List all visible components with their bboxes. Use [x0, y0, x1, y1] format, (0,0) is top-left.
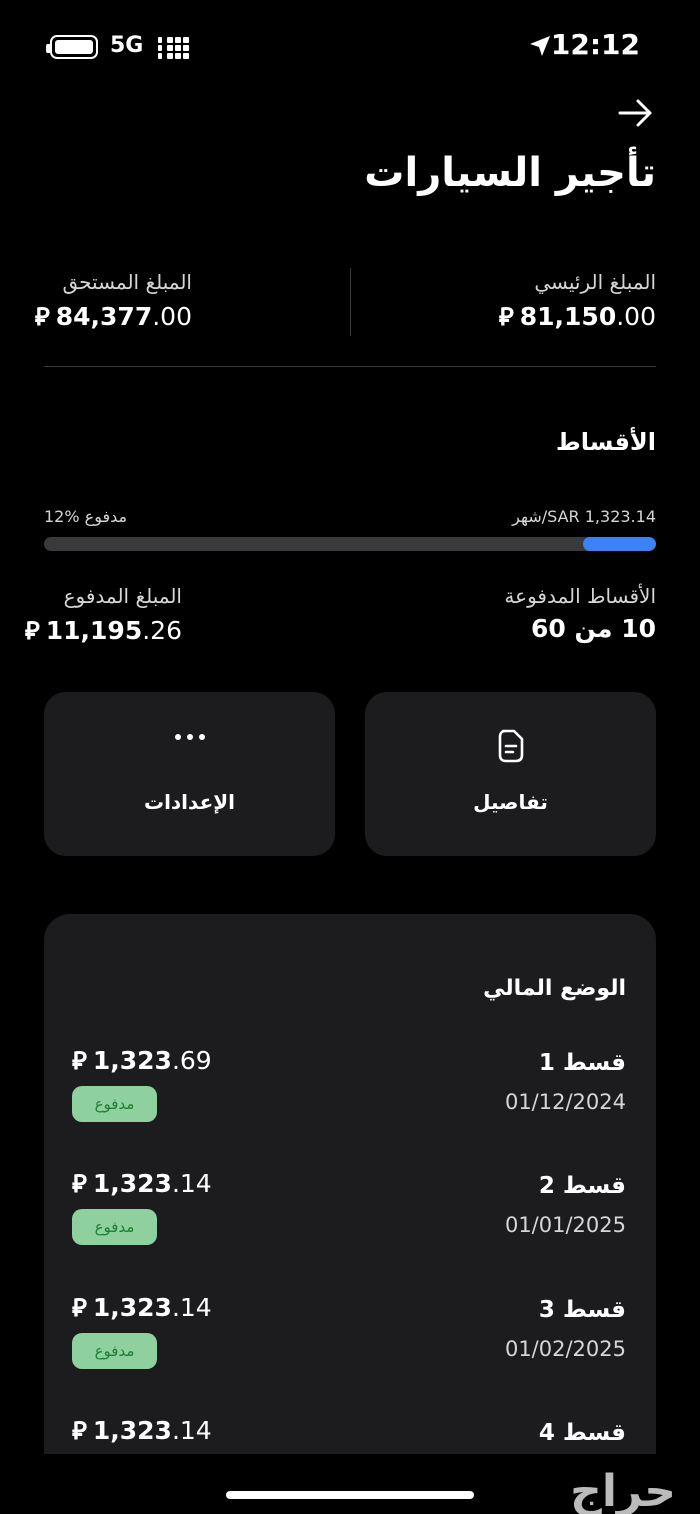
installment-row[interactable]: قسط 2 01/01/2025 ⃁ 1,323.14 مدفوع [44, 1169, 656, 1283]
due-label: المبلغ المستحق [62, 270, 192, 294]
installment-name: قسط 3 [538, 1297, 626, 1323]
riyal-icon: ⃁ [72, 1293, 87, 1322]
riyal-icon: ⃁ [72, 1416, 87, 1445]
installment-name: قسط 4 [538, 1420, 626, 1446]
riyal-icon: ⃁ [498, 302, 514, 331]
principal-label: المبلغ الرئيسي [534, 270, 656, 294]
paid-amount-block: المبلغ المدفوع ⃁ 11,195.26 [25, 584, 182, 646]
more-dots-icon [174, 734, 205, 740]
network-type: 5G [110, 33, 144, 58]
status-badge: مدفوع [72, 1086, 157, 1122]
status-time: 12:12 [550, 28, 640, 61]
due-value: ⃁ 84,377.00 [34, 302, 192, 331]
installment-date: 01/01/2025 [504, 1213, 626, 1237]
home-indicator[interactable] [226, 1491, 474, 1499]
paid-installments-block: الأقساط المدفوعة 10 من 60 [504, 584, 656, 643]
financial-status-title: الوضع المالي [483, 976, 626, 1001]
installment-row[interactable]: قسط 4 ⃁ 1,323.14 [44, 1416, 656, 1454]
installment-amount: ⃁ 1,323.14 [72, 1293, 212, 1322]
horizontal-divider [44, 366, 656, 367]
battery-icon [46, 35, 98, 59]
page-title: تأجير السيارات [364, 150, 656, 196]
installment-amount: ⃁ 1,323.14 [72, 1416, 212, 1445]
installment-date: 01/12/2024 [504, 1090, 626, 1114]
riyal-icon: ⃁ [34, 302, 50, 331]
back-arrow-icon[interactable] [616, 96, 656, 130]
location-arrow-icon [530, 36, 550, 56]
riyal-icon: ⃁ [72, 1046, 87, 1075]
paid-installments-label: الأقساط المدفوعة [504, 584, 656, 608]
paid-percent: 12% مدفوع [44, 507, 128, 526]
signal-icon [158, 37, 190, 59]
paid-amount-label: المبلغ المدفوع [63, 584, 182, 608]
paid-installments-value: 10 من 60 [531, 614, 656, 643]
details-button[interactable]: تفاصيل [365, 692, 656, 856]
payment-progress-bar [44, 537, 656, 551]
settings-button[interactable]: الإعدادات [44, 692, 335, 856]
principal-amount-block: المبلغ الرئيسي ⃁ 81,150.00 [499, 270, 656, 332]
installment-amount: ⃁ 1,323.14 [72, 1169, 212, 1198]
riyal-icon: ⃁ [24, 616, 40, 645]
progress-fill [582, 537, 656, 551]
installments-section-title: الأقساط [555, 428, 656, 456]
installment-row[interactable]: قسط 3 01/02/2025 ⃁ 1,323.14 مدفوع [44, 1293, 656, 1407]
financial-status-panel: الوضع المالي قسط 1 01/12/2024 ⃁ 1,323.69 … [44, 914, 656, 1454]
details-label: تفاصيل [473, 790, 548, 814]
vertical-divider [350, 268, 351, 336]
paid-amount-value: ⃁ 11,195.26 [24, 616, 182, 645]
document-icon [498, 729, 523, 763]
installment-name: قسط 1 [538, 1050, 626, 1076]
status-badge: مدفوع [72, 1209, 157, 1245]
installment-name: قسط 2 [538, 1173, 626, 1199]
installment-date: 01/02/2025 [504, 1337, 626, 1361]
monthly-amount: SAR 1,323.14/شهر [512, 507, 656, 526]
status-badge: مدفوع [72, 1333, 157, 1369]
principal-value: ⃁ 81,150.00 [498, 302, 656, 331]
due-amount-block: المبلغ المستحق ⃁ 84,377.00 [35, 270, 192, 332]
installment-row[interactable]: قسط 1 01/12/2024 ⃁ 1,323.69 مدفوع [44, 1046, 656, 1160]
watermark-logo: حراج [570, 1466, 676, 1514]
installment-amount: ⃁ 1,323.69 [72, 1046, 212, 1075]
riyal-icon: ⃁ [72, 1169, 87, 1198]
status-bar: 5G 12:12 [0, 0, 700, 90]
settings-label: الإعدادات [143, 790, 236, 814]
